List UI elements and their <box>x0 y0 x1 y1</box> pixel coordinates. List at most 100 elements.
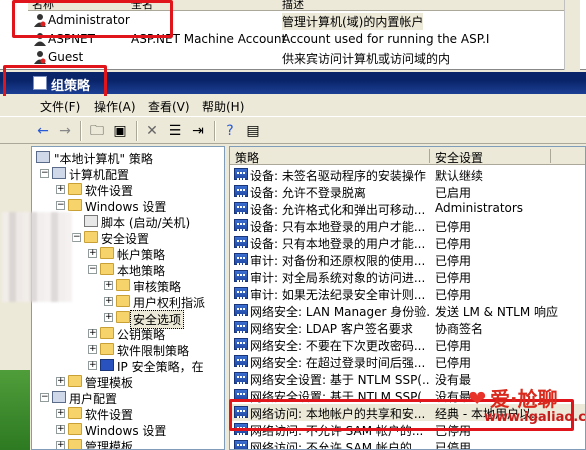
policy-icon <box>36 151 50 163</box>
policy-row[interactable]: 网络访问: 不允许 SAM 帐户的... 已停用 <box>230 438 585 450</box>
policy-setting: 已停用 <box>435 441 472 450</box>
tree-node-label: 公钥策略 <box>117 328 166 342</box>
desktop-background <box>0 370 30 450</box>
bg-user-row[interactable]: Guest 供来宾访问计算机或访问域的内 <box>0 49 586 66</box>
bg-scrollbar[interactable] <box>564 0 580 70</box>
policy-setting: 已停用 <box>435 220 472 234</box>
policy-row[interactable]: 网络安全: 在超过登录时间后强... 已停用 <box>230 353 585 370</box>
collapse-toggle[interactable]: − <box>72 233 81 242</box>
expand-toggle[interactable]: + <box>88 249 97 258</box>
bg-col-desc[interactable]: 描述 <box>282 0 304 12</box>
view-icon[interactable]: ▤ <box>243 121 263 141</box>
policy-setting: 协商签名 <box>435 322 484 336</box>
policy-row[interactable]: 设备: 只有本地登录的用户才能... 已停用 <box>230 234 585 251</box>
policy-name: 设备: 只有本地登录的用户才能... <box>250 220 426 234</box>
folder-icon <box>100 263 114 275</box>
collapse-toggle[interactable]: − <box>40 169 49 178</box>
folder-icon <box>68 423 82 435</box>
policy-row[interactable]: 审计: 对全局系统对象的访问进... 已停用 <box>230 268 585 285</box>
collapse-toggle[interactable]: − <box>88 265 97 274</box>
policy-row[interactable]: 审计: 对备份和还原权限的使用... 已停用 <box>230 251 585 268</box>
bg-user-name: Guest <box>48 50 84 64</box>
expand-toggle[interactable]: + <box>104 313 113 322</box>
policy-item-icon <box>234 219 248 231</box>
watermark: ❤ 爱·尬聊 www.igaliao.com <box>468 383 586 431</box>
tree-node-label: 软件限制策略 <box>117 344 190 358</box>
folder-icon <box>116 279 130 291</box>
menu-action[interactable]: 操作(A) <box>94 98 136 115</box>
expand-toggle[interactable]: + <box>88 329 97 338</box>
policy-row[interactable]: 设备: 未签名驱动程序的安装操作 默认继续 <box>230 166 585 183</box>
tree-node-label: 软件设置 <box>85 184 134 198</box>
folder-icon <box>68 375 82 387</box>
tree-node-label: 管理模板 <box>85 440 134 450</box>
expand-toggle[interactable]: + <box>56 425 65 434</box>
bg-user-desc: Account used for running the ASP.I <box>282 32 490 46</box>
export-icon[interactable]: ⇥ <box>188 121 208 141</box>
expand-toggle[interactable]: + <box>88 345 97 354</box>
policy-row[interactable]: 审计: 如果无法纪录安全审计则... 已停用 <box>230 285 585 302</box>
menu-help[interactable]: 帮助(H) <box>202 98 244 115</box>
policy-name: 设备: 允许不登录脱离 <box>250 186 366 200</box>
menu-file[interactable]: 文件(F) <box>40 98 80 115</box>
user-icon <box>34 51 46 64</box>
policy-name: 网络安全: 在超过登录时间后强... <box>250 356 426 370</box>
expand-toggle[interactable]: + <box>104 297 113 306</box>
folder-icon <box>68 439 82 449</box>
toolbar-separator <box>136 121 138 141</box>
ipsec-icon <box>100 359 114 371</box>
collapse-toggle[interactable]: − <box>56 201 65 210</box>
folder-icon <box>116 311 130 323</box>
delete-icon[interactable]: ✕ <box>142 121 162 141</box>
folder-icon <box>68 407 82 419</box>
bg-user-desc: 管理计算机(域)的内置帐户 <box>282 13 424 30</box>
security-icon <box>84 231 98 243</box>
policy-setting: 已启用 <box>435 186 472 200</box>
column-divider[interactable] <box>429 149 430 163</box>
policy-row[interactable]: 设备: 允许格式化和弹出可移动... Administrators <box>230 200 585 217</box>
back-arrow-icon[interactable]: ← <box>33 121 53 141</box>
properties-icon[interactable]: ☰ <box>165 121 185 141</box>
policy-name: 审计: 对备份和还原权限的使用... <box>250 254 426 268</box>
column-header-policy[interactable]: 策略 <box>235 149 259 166</box>
blurred-region <box>2 212 72 302</box>
tree-node-label: "本地计算机" 策略 <box>54 152 153 166</box>
expand-toggle[interactable]: + <box>56 377 65 386</box>
expand-toggle[interactable]: + <box>88 361 97 370</box>
list-header: 策略 安全设置 <box>230 147 585 166</box>
menu-bar: 文件(F) 操作(A) 查看(V) 帮助(H) <box>0 96 586 115</box>
collapse-toggle[interactable]: − <box>40 393 49 402</box>
expand-toggle[interactable]: + <box>56 441 65 449</box>
policy-setting: 已停用 <box>435 339 472 353</box>
policy-item-icon <box>234 287 248 299</box>
policy-setting: 已停用 <box>435 288 472 302</box>
tree-node-label: 管理模板 <box>85 376 134 390</box>
policy-name: 设备: 未签名驱动程序的安装操作 <box>250 169 426 183</box>
forward-arrow-icon[interactable]: → <box>55 121 75 141</box>
policy-row[interactable]: 网络安全: 不要在下次更改密码... 已停用 <box>230 336 585 353</box>
tree-node-label: Windows 设置 <box>85 424 167 438</box>
expand-toggle[interactable]: + <box>56 185 65 194</box>
policy-item-icon <box>234 236 248 248</box>
show-tree-icon[interactable]: ▣ <box>110 121 130 141</box>
policy-item-icon <box>234 185 248 197</box>
folder-icon <box>100 247 114 259</box>
expand-toggle[interactable]: + <box>56 409 65 418</box>
policy-item-icon <box>234 321 248 333</box>
help-icon[interactable]: ? <box>220 121 240 141</box>
up-folder-icon[interactable]: 🗀 <box>87 121 107 141</box>
highlight-box <box>12 0 173 38</box>
policy-row[interactable]: 设备: 只有本地登录的用户才能... 已停用 <box>230 217 585 234</box>
policy-setting: 已停用 <box>435 271 472 285</box>
column-divider[interactable] <box>550 149 551 163</box>
column-header-setting[interactable]: 安全设置 <box>435 149 483 166</box>
expand-toggle[interactable]: + <box>104 281 113 290</box>
folder-icon <box>100 327 114 339</box>
policy-row[interactable]: 网络安全: LDAP 客户签名要求 协商签名 <box>230 319 585 336</box>
tree-node-label: 用户权利指派 <box>133 296 206 310</box>
policy-row[interactable]: 网络安全: LAN Manager 身份验... 发送 LM & NTLM 响应 <box>230 302 585 319</box>
tree-node-label: IP 安全策略，在 <box>117 360 204 374</box>
policy-row[interactable]: 设备: 允许不登录脱离 已启用 <box>230 183 585 200</box>
menu-view[interactable]: 查看(V) <box>148 98 190 115</box>
policy-name: 审计: 对全局系统对象的访问进... <box>250 271 426 285</box>
